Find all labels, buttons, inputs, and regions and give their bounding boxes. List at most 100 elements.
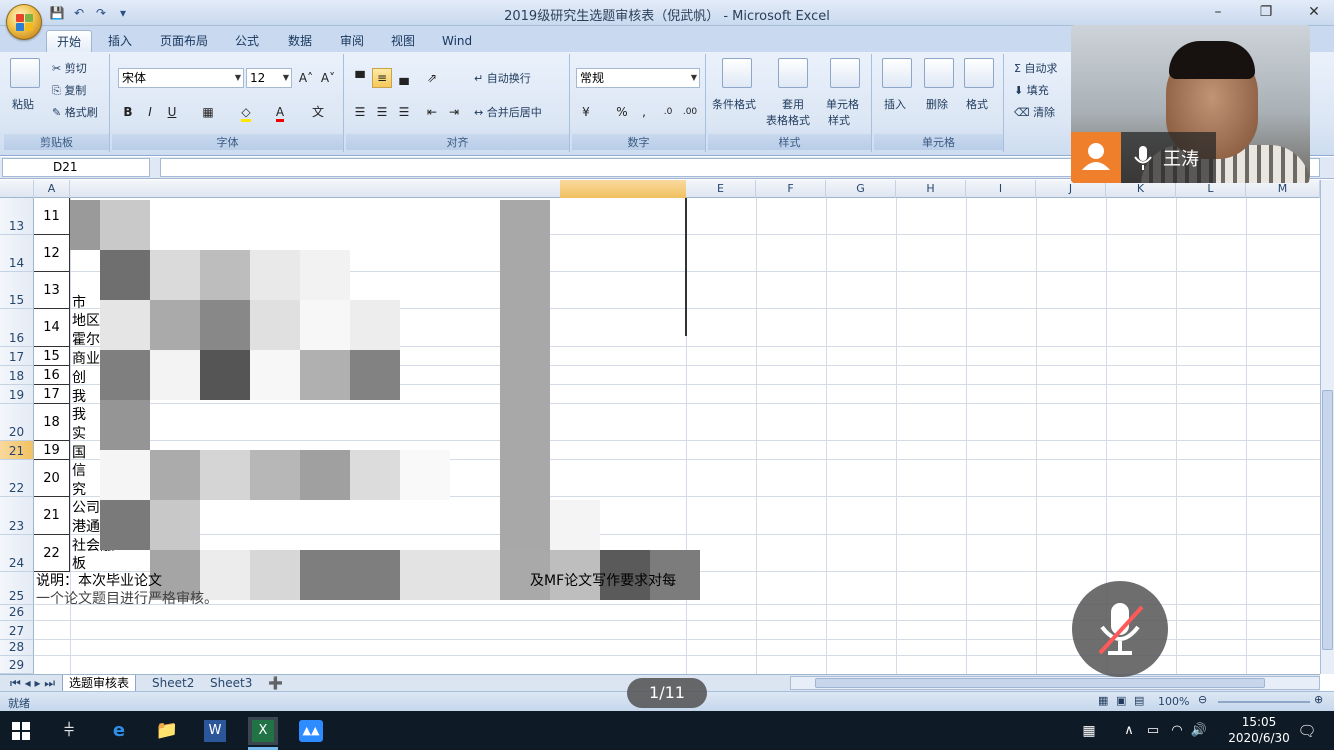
fill-button[interactable]: ⬇ 填充: [1014, 82, 1049, 98]
autosum-button[interactable]: Σ 自动求: [1014, 60, 1057, 76]
wrap-text-button[interactable]: ↵ 自动换行: [474, 70, 531, 86]
delete-cells-button[interactable]: 删除: [926, 96, 948, 112]
number-format-select[interactable]: 常规 ▼: [576, 68, 700, 88]
tab-formulas[interactable]: 公式: [225, 30, 269, 52]
tab-home[interactable]: 开始: [46, 30, 93, 52]
paste-button[interactable]: 粘贴: [12, 96, 34, 112]
copy-icon: ⎘: [52, 84, 61, 97]
border-icon[interactable]: ▦: [198, 102, 218, 122]
mute-microphone-button[interactable]: [1072, 581, 1168, 677]
table-format-icon[interactable]: [778, 58, 808, 88]
cell-style-icon[interactable]: [830, 58, 860, 88]
bold-icon[interactable]: B: [118, 102, 138, 122]
input-method-icon[interactable]: ▦: [1074, 717, 1104, 745]
tab-insert[interactable]: 插入: [98, 30, 142, 52]
font-color-icon[interactable]: A: [270, 102, 290, 122]
cell-style-label-1: 单元格: [826, 98, 859, 111]
copy-label: 复制: [64, 84, 87, 97]
table-format-button[interactable]: 表格格式: [766, 112, 810, 128]
insert-cells-button[interactable]: 插入: [884, 96, 906, 112]
comma-icon[interactable]: ,: [634, 102, 654, 122]
restore-icon[interactable]: ❐: [1256, 2, 1276, 22]
tab-data[interactable]: 数据: [278, 30, 322, 52]
tab-wind[interactable]: Wind: [432, 30, 482, 52]
format-painter-button[interactable]: ✎ 格式刷: [52, 104, 98, 120]
volume-icon[interactable]: 🔊: [1184, 717, 1214, 745]
sheet-tab[interactable]: Sheet3: [204, 675, 258, 692]
shrink-font-icon[interactable]: A˅: [318, 68, 338, 88]
align-top-icon[interactable]: ▀: [350, 68, 370, 88]
system-clock[interactable]: 15:05 2020/6/30: [1222, 714, 1296, 746]
note-line-2[interactable]: 一个论文题目进行严格审核。: [36, 588, 218, 608]
percent-icon[interactable]: %: [612, 102, 632, 122]
scroll-thumb[interactable]: [1322, 390, 1333, 650]
conditional-format-button[interactable]: 条件格式: [712, 96, 756, 112]
paste-icon[interactable]: [10, 58, 40, 88]
horizontal-scrollbar[interactable]: [790, 676, 1320, 690]
format-cells-button[interactable]: 格式: [966, 96, 988, 112]
cut-button[interactable]: ✂ 剪切: [52, 60, 87, 76]
align-bottom-icon[interactable]: ▄: [394, 68, 414, 88]
editing-group: Σ 自动求 ⬇ 填充 ⌫ 清除: [1006, 54, 1076, 152]
clear-label: 清除: [1033, 106, 1056, 119]
scroll-thumb[interactable]: [815, 678, 1265, 688]
align-center-icon[interactable]: ☰: [372, 102, 392, 122]
minimize-icon[interactable]: –: [1208, 2, 1228, 22]
insert-sheet-icon[interactable]: ➕: [262, 675, 289, 692]
align-left-icon[interactable]: ☰: [350, 102, 370, 122]
sheet-nav-icons[interactable]: ⏮ ◂ ▸ ⏭: [4, 675, 61, 692]
currency-icon[interactable]: ¥: [576, 102, 596, 122]
notifications-icon[interactable]: 🗨: [1292, 717, 1322, 745]
conditional-format-icon[interactable]: [722, 58, 752, 88]
align-middle-icon[interactable]: ≡: [372, 68, 392, 88]
zoom-slider[interactable]: [1218, 701, 1310, 703]
increase-decimal-icon[interactable]: .0: [658, 102, 678, 122]
tab-page-layout[interactable]: 页面布局: [150, 30, 218, 52]
view-normal-icon[interactable]: ▦: [1098, 694, 1108, 707]
font-family-select[interactable]: 宋体 ▼: [118, 68, 244, 88]
sheet-tab-active[interactable]: 选题审核表: [62, 675, 137, 692]
window-controls: – ❐ ✕: [1208, 2, 1324, 22]
view-page-break-icon[interactable]: ▤: [1134, 694, 1144, 707]
video-call-preview[interactable]: 王涛: [1071, 25, 1310, 183]
microphone-icon: [1131, 144, 1155, 175]
meeting-app-icon[interactable]: ▲▲: [296, 717, 326, 745]
word-icon[interactable]: W: [200, 717, 230, 745]
view-page-layout-icon[interactable]: ▣: [1116, 694, 1126, 707]
zoom-in-icon[interactable]: ⊕: [1314, 693, 1323, 706]
insert-cells-icon[interactable]: [882, 58, 912, 88]
name-box[interactable]: D21: [2, 158, 150, 177]
format-cells-icon[interactable]: [964, 58, 994, 88]
orientation-icon[interactable]: ⇗: [422, 68, 442, 88]
clear-button[interactable]: ⌫ 清除: [1014, 104, 1055, 120]
phonetic-icon[interactable]: 文: [308, 102, 328, 122]
delete-cells-icon[interactable]: [924, 58, 954, 88]
note-line-1[interactable]: 说明：本次毕业论文: [36, 570, 162, 590]
decrease-indent-icon[interactable]: ⇤: [422, 102, 442, 122]
edge-browser-icon[interactable]: e: [104, 717, 134, 745]
increase-indent-icon[interactable]: ⇥: [444, 102, 464, 122]
italic-icon[interactable]: I: [140, 102, 160, 122]
merge-center-button[interactable]: ↔ 合并后居中: [474, 104, 542, 120]
cell-style-button[interactable]: 样式: [828, 112, 850, 128]
tab-review[interactable]: 审阅: [330, 30, 374, 52]
decrease-decimal-icon[interactable]: .00: [680, 102, 700, 122]
underline-icon[interactable]: U: [162, 102, 182, 122]
fill-color-icon[interactable]: ◇: [236, 102, 256, 122]
align-right-icon[interactable]: ☰: [394, 102, 414, 122]
copy-button[interactable]: ⎘ 复制: [52, 82, 86, 98]
close-icon[interactable]: ✕: [1304, 2, 1324, 22]
tab-view[interactable]: 视图: [381, 30, 425, 52]
vertical-scrollbar[interactable]: [1320, 180, 1334, 674]
zoom-out-icon[interactable]: ⊖: [1198, 693, 1207, 706]
zoom-level[interactable]: 100%: [1158, 695, 1189, 708]
note-line-1-end[interactable]: 及MF论文写作要求对每: [530, 570, 676, 590]
font-size-select[interactable]: 12 ▼: [246, 68, 292, 88]
task-view-icon[interactable]: ⫩: [54, 717, 84, 745]
grow-font-icon[interactable]: A˄: [296, 68, 316, 88]
sheet-tab[interactable]: Sheet2: [146, 675, 200, 692]
office-button[interactable]: [6, 4, 42, 40]
excel-icon[interactable]: X: [248, 717, 278, 745]
windows-start-icon[interactable]: [6, 717, 36, 745]
file-explorer-icon[interactable]: 📁: [152, 717, 182, 745]
